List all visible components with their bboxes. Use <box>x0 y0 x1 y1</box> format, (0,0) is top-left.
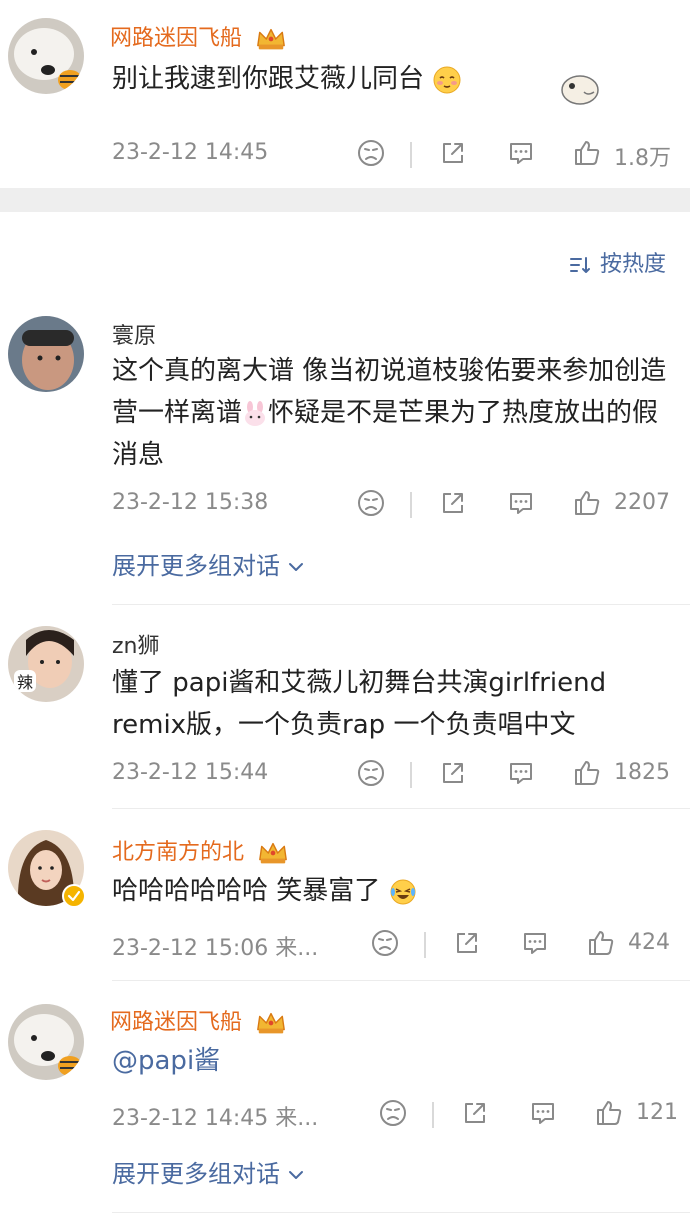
crown-icon <box>257 840 289 866</box>
sort-label: 按热度 <box>599 252 666 277</box>
like-icon[interactable] <box>572 138 602 168</box>
like-count: 424 <box>628 930 670 955</box>
divider <box>410 762 412 788</box>
shy-face-emoji-icon <box>433 66 461 93</box>
share-icon[interactable] <box>460 1098 490 1128</box>
comment-meta: 23-2-12 15:06 来... 424 <box>112 928 674 962</box>
fish-sticker-icon <box>561 75 599 105</box>
divider <box>112 808 690 809</box>
timestamp: 23-2-12 15:06 来... <box>112 936 319 961</box>
comment-meta: 23-2-12 14:45 来... 121 <box>112 1098 678 1132</box>
chevron-down-icon <box>288 563 303 571</box>
comment-icon[interactable] <box>528 1098 558 1128</box>
divider <box>112 980 690 981</box>
like-icon[interactable] <box>572 488 602 518</box>
comment-meta: 23-2-12 14:45 1.8万 <box>112 138 674 172</box>
comment-text: 这个真的离大谱 像当初说道枝骏佑要来参加创造营一样离谱 怀疑是不是芒果为了热度放… <box>112 350 672 476</box>
comment-icon[interactable] <box>506 488 536 518</box>
comment-icon[interactable] <box>520 928 550 958</box>
username-text[interactable]: 北方南方的北 <box>112 840 244 865</box>
sort-button[interactable]: 按热度 <box>569 246 666 278</box>
face-icon[interactable] <box>378 1098 408 1128</box>
comment-icon[interactable] <box>506 138 536 168</box>
like-icon[interactable] <box>572 758 602 788</box>
svg-text:辣: 辣 <box>17 673 33 692</box>
like-count: 1.8万 <box>614 146 671 171</box>
like-count: 1825 <box>614 760 670 785</box>
comment-body: 别让我逮到你跟艾薇儿同台 <box>112 64 425 94</box>
share-icon[interactable] <box>438 138 468 168</box>
divider <box>112 604 690 605</box>
face-icon[interactable] <box>370 928 400 958</box>
verified-icon <box>62 884 86 908</box>
like-count: 2207 <box>614 490 670 515</box>
divider <box>432 1102 434 1128</box>
divider <box>424 932 426 958</box>
username[interactable]: 寰原 <box>112 318 156 350</box>
expand-replies-link[interactable]: 展开更多组对话 <box>112 1154 304 1189</box>
face-icon[interactable] <box>356 488 386 518</box>
expand-label[interactable]: 展开更多组对话 <box>112 552 280 580</box>
username-text[interactable]: 网路迷因飞船 <box>110 1010 242 1035</box>
divider <box>410 142 412 168</box>
avatar[interactable]: 辣 <box>8 626 84 702</box>
face-icon[interactable] <box>356 138 386 168</box>
expand-label[interactable]: 展开更多组对话 <box>112 1160 280 1188</box>
username[interactable]: 网路迷因飞船 <box>110 1004 287 1036</box>
chevron-down-icon <box>288 1171 303 1179</box>
laugh-cry-emoji-icon <box>390 879 416 904</box>
sort-icon <box>569 257 590 273</box>
section-divider <box>0 188 690 212</box>
expand-replies-link[interactable]: 展开更多组对话 <box>112 546 304 581</box>
comment-text: @papi酱 <box>112 1040 672 1082</box>
crown-icon <box>255 26 287 52</box>
username[interactable]: 北方南方的北 <box>112 834 289 866</box>
comment-text: 哈哈哈哈哈哈 笑暴富了 <box>112 870 672 912</box>
timestamp: 23-2-12 15:38 <box>112 490 269 515</box>
timestamp: 23-2-12 14:45 来... <box>112 1106 319 1131</box>
timestamp: 23-2-12 14:45 <box>112 140 269 165</box>
avatar[interactable] <box>8 18 84 94</box>
share-icon[interactable] <box>452 928 482 958</box>
comment-icon[interactable] <box>506 758 536 788</box>
divider <box>112 1212 690 1213</box>
username[interactable]: 网路迷因飞船 <box>110 20 287 52</box>
crown-icon <box>255 1010 287 1036</box>
like-icon[interactable] <box>594 1098 624 1128</box>
face-icon[interactable] <box>356 758 386 788</box>
username-text[interactable]: 网路迷因飞船 <box>110 26 242 51</box>
like-count: 121 <box>636 1100 678 1125</box>
like-icon[interactable] <box>586 928 616 958</box>
avatar[interactable] <box>8 1004 84 1080</box>
avatar[interactable] <box>8 316 84 392</box>
divider <box>410 492 412 518</box>
share-icon[interactable] <box>438 488 468 518</box>
comment-meta: 23-2-12 15:44 1825 <box>112 758 674 792</box>
rabbit-emoji-icon <box>245 400 266 426</box>
username[interactable]: zn狮 <box>112 628 160 660</box>
comment-text: 懂了 papi酱和艾薇儿初舞台共演girlfriend remix版，一个负责r… <box>112 668 607 740</box>
share-icon[interactable] <box>438 758 468 788</box>
mention-link[interactable]: @papi酱 <box>112 1046 220 1076</box>
comment-body: 哈哈哈哈哈哈 笑暴富了 <box>112 876 381 906</box>
comment-meta: 23-2-12 15:38 2207 <box>112 488 674 522</box>
timestamp: 23-2-12 15:44 <box>112 760 269 785</box>
